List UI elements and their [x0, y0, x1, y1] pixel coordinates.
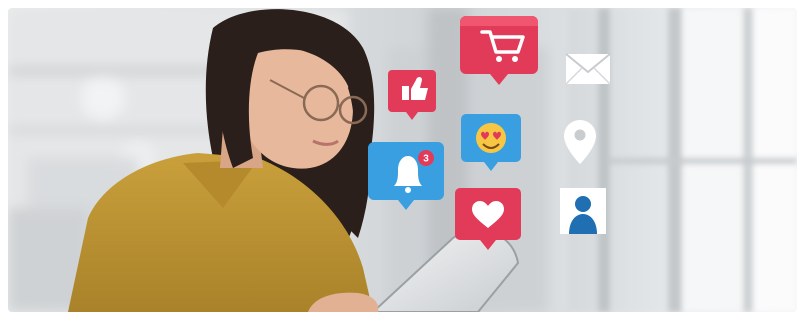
mail-icon — [565, 53, 611, 85]
heart-icon — [455, 188, 521, 250]
like-icon — [388, 70, 436, 120]
notification-badge-count: 3 — [423, 154, 429, 165]
heart-eyes-emoji-icon — [461, 114, 521, 171]
location-pin-icon — [564, 120, 596, 164]
hero-image: 3 — [8, 8, 797, 312]
shopping-cart-icon — [460, 16, 538, 85]
social-icons-layer: 3 — [368, 16, 611, 250]
notification-bell-icon: 3 — [368, 142, 444, 210]
user-profile-icon — [560, 188, 606, 234]
